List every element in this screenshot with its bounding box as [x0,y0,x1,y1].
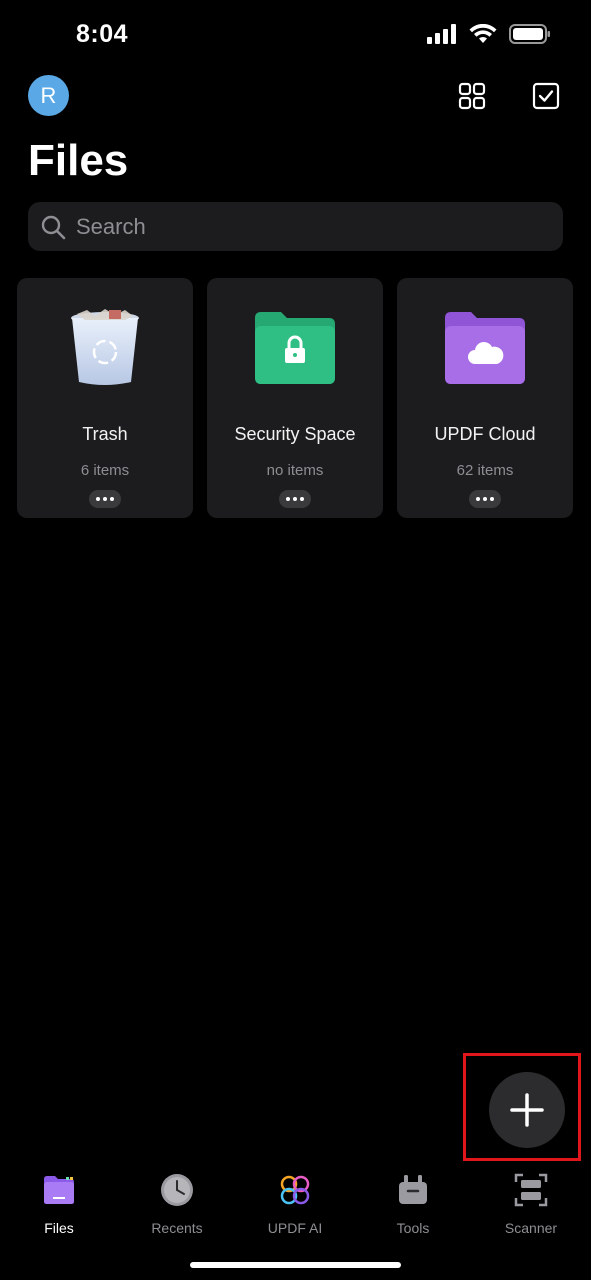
more-button[interactable] [469,490,501,508]
cellular-signal-icon [427,24,456,44]
wifi-icon [469,24,497,43]
tab-recents[interactable]: Recents [118,1168,236,1248]
plus-icon [510,1093,544,1127]
tab-tools[interactable]: Tools [354,1168,472,1248]
card-trash[interactable]: Trash 6 items [17,278,193,518]
cloud-folder-icon [445,312,525,384]
tab-label: Recents [151,1220,203,1236]
avatar-initial: R [40,82,57,108]
status-time: 8:04 [76,20,129,48]
search-bar[interactable] [28,202,563,251]
tab-bar: Files Recents UPDF AI Tools Scanner [0,1168,591,1248]
more-button[interactable] [89,490,121,508]
folder-cards: Trash 6 items Security Space no items UP… [17,278,573,518]
card-title: Security Space [234,424,356,444]
scanner-icon [514,1173,548,1207]
tab-updf-ai[interactable]: UPDF AI [236,1168,354,1248]
card-count: 6 items [80,462,130,479]
lock-folder-icon [255,312,335,384]
card-count: 62 items [456,462,514,479]
files-folder-icon [44,1176,74,1204]
card-count: no items [266,462,324,479]
card-updf-cloud[interactable]: UPDF Cloud 62 items [397,278,573,518]
card-security-space[interactable]: Security Space no items [207,278,383,518]
search-icon [41,215,66,239]
home-indicator[interactable] [190,1262,401,1268]
card-title: UPDF Cloud [434,424,536,444]
avatar[interactable]: R [28,75,69,116]
status-icons [427,24,551,44]
status-bar: 8:04 [0,0,591,70]
battery-icon [509,24,550,44]
page-title: Files [28,136,129,185]
search-input[interactable] [74,212,548,241]
tab-label: Tools [396,1220,430,1236]
grid-icon[interactable] [458,82,486,110]
toolbox-icon [399,1175,427,1204]
more-button[interactable] [279,490,311,508]
tab-label: UPDF AI [267,1220,323,1236]
tab-label: Scanner [504,1220,558,1236]
tab-label: Files [44,1220,74,1236]
tab-files[interactable]: Files [0,1168,118,1248]
card-title: Trash [82,424,128,444]
checkbox-select-icon[interactable] [532,82,560,110]
tab-scanner[interactable]: Scanner [472,1168,590,1248]
ai-flower-icon [280,1175,310,1205]
add-button[interactable] [489,1072,565,1148]
clock-icon [161,1174,193,1206]
trash-bin-icon [71,309,139,385]
